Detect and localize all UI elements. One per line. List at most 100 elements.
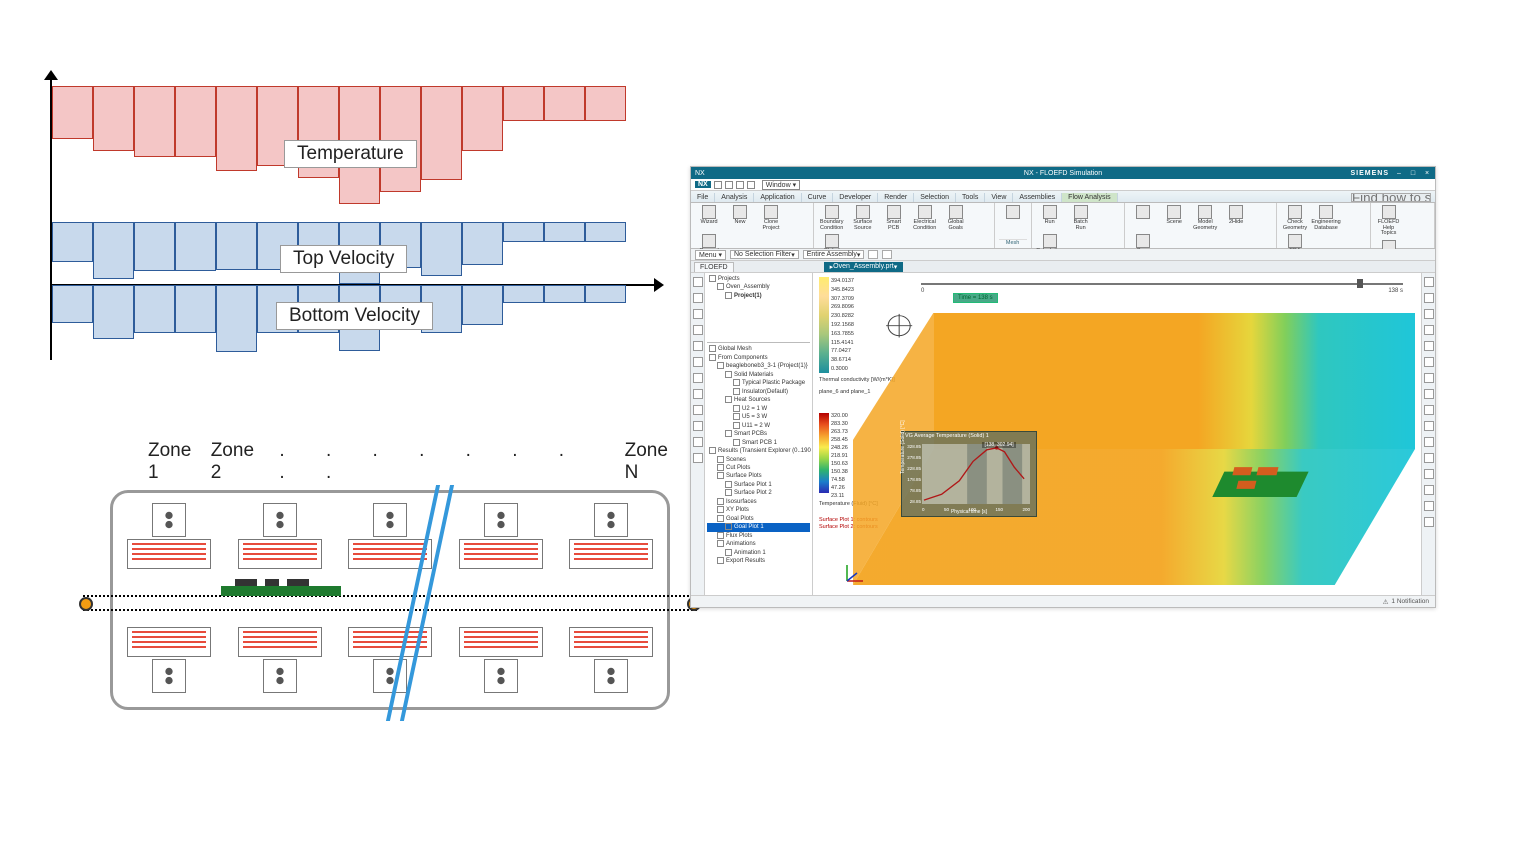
menu-tab[interactable]: Application bbox=[754, 193, 801, 202]
tree-item[interactable]: U11 = 2 W bbox=[707, 422, 810, 430]
vtool-button[interactable] bbox=[1424, 341, 1434, 351]
selbar-icon[interactable] bbox=[882, 250, 892, 259]
tree-item[interactable]: Smart PCB 1 bbox=[707, 439, 810, 447]
menu-tab[interactable]: Render bbox=[878, 193, 914, 202]
ribbon-button[interactable]: CloneProject bbox=[757, 205, 785, 231]
qat-icon[interactable] bbox=[736, 181, 744, 189]
qat-icon[interactable] bbox=[725, 181, 733, 189]
tree-item[interactable]: Animation 1 bbox=[707, 549, 810, 557]
tree-item[interactable]: Flux Plots bbox=[707, 532, 810, 540]
qat-icon[interactable] bbox=[747, 181, 755, 189]
vtool-button[interactable] bbox=[693, 437, 703, 447]
time-slider[interactable]: 0 138 s bbox=[921, 281, 1403, 287]
tree-item[interactable]: Goal Plot 1 bbox=[707, 523, 810, 531]
tree-item[interactable]: Scenes bbox=[707, 456, 810, 464]
vtool-button[interactable] bbox=[1424, 421, 1434, 431]
vtool-button[interactable] bbox=[693, 389, 703, 399]
tree-item[interactable]: Surface Plots bbox=[707, 472, 810, 480]
menu-tab[interactable]: Assemblies bbox=[1013, 193, 1062, 202]
graphics-canvas[interactable]: 0 138 s Time = 138 s 394.0137345.8423307… bbox=[813, 273, 1421, 595]
menu-tab[interactable]: Tools bbox=[956, 193, 985, 202]
ribbon-button[interactable]: SmartPCB bbox=[880, 205, 908, 231]
tree-item[interactable]: Surface Plot 2 bbox=[707, 489, 810, 497]
tree-item[interactable]: beagleboneb3_3-1 {Project(1)} bbox=[707, 362, 810, 370]
tree-item[interactable]: Heat Sources bbox=[707, 396, 810, 404]
vtool-button[interactable] bbox=[1424, 277, 1434, 287]
ribbon-button[interactable]: ElectricalCondition bbox=[911, 205, 939, 231]
ribbon-button[interactable]: New bbox=[726, 205, 754, 231]
ribbon-button[interactable]: BatchRun bbox=[1067, 205, 1095, 231]
tree-item[interactable]: Goal Plots bbox=[707, 515, 810, 523]
qat-icon[interactable] bbox=[714, 181, 722, 189]
ribbon-button[interactable]: 2Hide bbox=[1222, 205, 1250, 231]
goal-plot-overlay[interactable]: VG Average Temperature (Solid) 1 [138, 3… bbox=[901, 431, 1037, 517]
vtool-button[interactable] bbox=[693, 453, 703, 463]
ribbon-button[interactable]: SurfaceSource bbox=[849, 205, 877, 231]
axis-triad-icon[interactable] bbox=[841, 559, 869, 587]
floefd-tab[interactable]: FLOEFD bbox=[694, 262, 734, 272]
vtool-button[interactable] bbox=[1424, 501, 1434, 511]
maximize-button[interactable]: □ bbox=[1409, 170, 1417, 177]
vtool-button[interactable] bbox=[1424, 469, 1434, 479]
tree-item[interactable]: Typical Plastic Package bbox=[707, 379, 810, 387]
ribbon-button[interactable]: Run bbox=[1036, 205, 1064, 231]
vtool-button[interactable] bbox=[1424, 485, 1434, 495]
vtool-button[interactable] bbox=[693, 325, 703, 335]
vtool-button[interactable] bbox=[693, 373, 703, 383]
menu-tab[interactable]: Developer bbox=[833, 193, 878, 202]
document-tab[interactable]: ▸ Oven_Assembly.prt ▾ bbox=[824, 262, 904, 272]
vtool-button[interactable] bbox=[693, 341, 703, 351]
vtool-button[interactable] bbox=[1424, 309, 1434, 319]
ribbon-button[interactable] bbox=[999, 205, 1027, 220]
tree-item[interactable]: Isosurfaces bbox=[707, 498, 810, 506]
tree-item[interactable]: Solid Materials bbox=[707, 371, 810, 379]
vtool-button[interactable] bbox=[1424, 293, 1434, 303]
ribbon-button[interactable]: EngineeringDatabase bbox=[1312, 205, 1340, 231]
vtool-button[interactable] bbox=[693, 277, 703, 287]
menu-tab[interactable]: File bbox=[691, 193, 715, 202]
tree-item[interactable]: Global Mesh bbox=[707, 345, 810, 353]
tree-item[interactable]: Animations bbox=[707, 540, 810, 548]
tree-item[interactable]: Oven_Assembly bbox=[707, 283, 810, 291]
menu-tab[interactable]: View bbox=[985, 193, 1013, 202]
selection-scope-dropdown[interactable]: Entire Assembly ▾ bbox=[803, 250, 865, 259]
tree-item[interactable]: From Components bbox=[707, 354, 810, 362]
tree-item[interactable]: Results (Transient Explorer (0..190 s)) bbox=[707, 447, 810, 455]
ribbon-button[interactable]: ModelGeometry bbox=[1191, 205, 1219, 231]
tree-item[interactable]: Cut Plots bbox=[707, 464, 810, 472]
menu-tab[interactable]: Selection bbox=[914, 193, 956, 202]
vtool-button[interactable] bbox=[1424, 437, 1434, 447]
ribbon-button[interactable]: Scene bbox=[1160, 205, 1188, 231]
vtool-button[interactable] bbox=[693, 405, 703, 415]
tree-item[interactable]: Export Results bbox=[707, 557, 810, 565]
vtool-button[interactable] bbox=[1424, 517, 1434, 527]
ribbon-button[interactable] bbox=[1129, 205, 1157, 231]
minimize-button[interactable]: – bbox=[1395, 170, 1403, 177]
tree-item[interactable]: Insulator(Default) bbox=[707, 388, 810, 396]
vtool-button[interactable] bbox=[1424, 389, 1434, 399]
ribbon-button[interactable]: GlobalGoals bbox=[942, 205, 970, 231]
ribbon-button[interactable]: BoundaryCondition bbox=[818, 205, 846, 231]
notification-icon[interactable]: ⚠ bbox=[1383, 598, 1389, 606]
tree-item[interactable]: Smart PCBs bbox=[707, 430, 810, 438]
menu-tab[interactable]: Curve bbox=[802, 193, 834, 202]
selbar-icon[interactable] bbox=[868, 250, 878, 259]
menu-dropdown[interactable]: Menu ▾ bbox=[695, 250, 726, 260]
tree-item[interactable]: Surface Plot 1 bbox=[707, 481, 810, 489]
window-menu[interactable]: Window ▾ bbox=[762, 180, 800, 190]
project-tree[interactable]: ProjectsOven_AssemblyProject(1)Global Me… bbox=[705, 273, 813, 595]
slider-thumb[interactable] bbox=[1357, 279, 1363, 288]
selection-filter-dropdown[interactable]: No Selection Filter ▾ bbox=[730, 250, 799, 259]
vtool-button[interactable] bbox=[1424, 405, 1434, 415]
vtool-button[interactable] bbox=[693, 293, 703, 303]
ribbon-button[interactable]: FLOEFDHelp Topics bbox=[1375, 205, 1403, 237]
tree-item[interactable]: U2 = 1 W bbox=[707, 405, 810, 413]
search-input[interactable] bbox=[1351, 193, 1431, 202]
vtool-button[interactable] bbox=[1424, 373, 1434, 383]
tree-item[interactable]: XY Plots bbox=[707, 506, 810, 514]
tree-item[interactable]: U5 = 3 W bbox=[707, 413, 810, 421]
tree-item[interactable]: Project(1) bbox=[707, 292, 810, 300]
vtool-button[interactable] bbox=[693, 309, 703, 319]
vtool-button[interactable] bbox=[1424, 357, 1434, 367]
ribbon-button[interactable]: CheckGeometry bbox=[1281, 205, 1309, 231]
